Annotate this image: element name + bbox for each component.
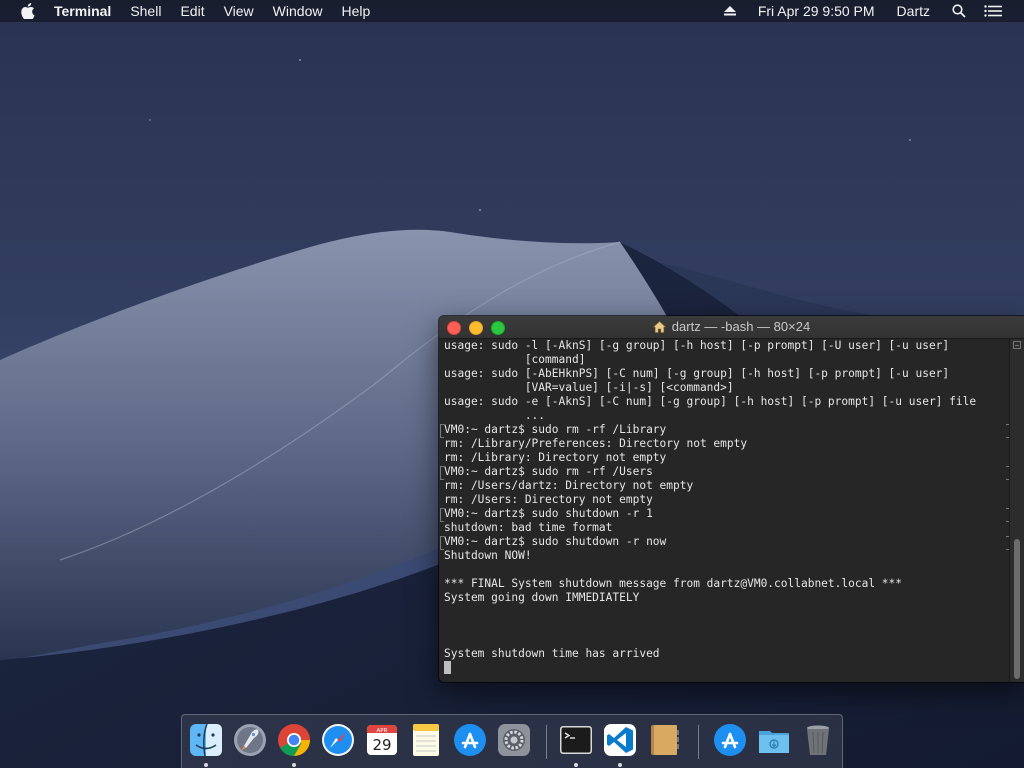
menu-edit[interactable]: Edit [180, 0, 204, 22]
menu-shell[interactable]: Shell [130, 0, 161, 22]
terminal-output-line: System going down IMMEDIATELY [444, 591, 640, 604]
notes-icon[interactable] [408, 722, 444, 758]
menubar-user[interactable]: Dartz [897, 0, 930, 22]
running-indicator [618, 763, 622, 767]
running-indicator [574, 763, 578, 767]
launchpad-icon[interactable] [232, 722, 268, 758]
notification-center-icon[interactable] [984, 5, 1002, 17]
eject-icon[interactable] [723, 6, 736, 16]
calendar-day: 29 [372, 736, 391, 754]
terminal-output-line: [VAR=value] [-i|-s] [<command>] [444, 381, 734, 394]
terminal-output-line: shutdown: bad time format [444, 521, 613, 534]
terminal-command-line: VM0:~ dartz$ sudo rm -rf /Users [440, 465, 1010, 480]
terminal-cursor [444, 661, 451, 674]
downloads-folder-icon[interactable] [756, 722, 792, 758]
app-store-icon[interactable] [452, 722, 488, 758]
chrome-icon[interactable] [276, 722, 312, 758]
terminal-output-line: [command] [444, 353, 586, 366]
system-preferences-icon[interactable] [496, 722, 532, 758]
contacts-icon[interactable] [646, 722, 682, 758]
terminal-output-line: System shutdown time has arrived [444, 647, 660, 660]
terminal-command-line: VM0:~ dartz$ sudo rm -rf /Library [440, 423, 1010, 438]
menu-bar: Terminal Shell Edit View Window Help Fri… [0, 0, 1024, 22]
finder-icon[interactable] [188, 722, 224, 758]
terminal-title: dartz — -bash — 80×24 [671, 319, 811, 334]
app-store-downloads-icon[interactable] [712, 722, 748, 758]
terminal-scrollbar[interactable] [1009, 339, 1024, 682]
calendar-icon[interactable]: APR 29 [364, 722, 400, 758]
calendar-month: APR [377, 728, 388, 734]
terminal-output-line: rm: /Users: Directory not empty [444, 493, 653, 506]
home-folder-icon [652, 321, 666, 333]
terminal-output-line: *** FINAL System shutdown message from d… [444, 577, 903, 590]
terminal-output-line: Shutdown NOW! [444, 549, 532, 562]
terminal-output-line: rm: /Library: Directory not empty [444, 451, 667, 464]
dock: APR 29 [181, 714, 843, 768]
terminal-icon[interactable] [558, 722, 594, 758]
menu-view[interactable]: View [224, 0, 254, 22]
apple-menu-icon[interactable] [20, 0, 36, 22]
terminal-titlebar[interactable]: dartz — -bash — 80×24 [439, 316, 1024, 339]
menubar-clock[interactable]: Fri Apr 29 9:50 PM [758, 0, 875, 22]
safari-icon[interactable] [320, 722, 356, 758]
terminal-command-line: VM0:~ dartz$ sudo shutdown -r 1 [440, 507, 1010, 522]
terminal-output-line: usage: sudo [-AbEHknPS] [-C num] [-g gro… [444, 367, 950, 380]
split-pane-icon[interactable] [1013, 341, 1021, 349]
terminal-output-line: usage: sudo -e [-AknS] [-C num] [-g grou… [444, 395, 977, 408]
terminal-window[interactable]: dartz — -bash — 80×24 usage: sudo -l [-A… [439, 316, 1024, 682]
terminal-output-line: rm: /Users/dartz: Directory not empty [444, 479, 694, 492]
running-indicator [204, 763, 208, 767]
menu-app-name[interactable]: Terminal [54, 0, 111, 22]
menu-help[interactable]: Help [341, 0, 370, 22]
terminal-output[interactable]: usage: sudo -l [-AknS] [-g group] [-h ho… [439, 339, 1010, 682]
dock-separator [546, 725, 547, 759]
dock-separator [698, 725, 699, 759]
spotlight-search-icon[interactable] [952, 4, 966, 18]
terminal-output-line: usage: sudo -l [-AknS] [-g group] [-h ho… [444, 339, 950, 352]
vscode-icon[interactable] [602, 722, 638, 758]
terminal-output-line: rm: /Library/Preferences: Directory not … [444, 437, 748, 450]
terminal-cursor-line [444, 661, 1010, 675]
scrollbar-thumb[interactable] [1014, 539, 1020, 679]
trash-icon[interactable] [800, 722, 836, 758]
terminal-output-line: ... [444, 409, 546, 422]
running-indicator [292, 763, 296, 767]
menu-window[interactable]: Window [273, 0, 323, 22]
terminal-command-line: VM0:~ dartz$ sudo shutdown -r now [440, 535, 1010, 550]
